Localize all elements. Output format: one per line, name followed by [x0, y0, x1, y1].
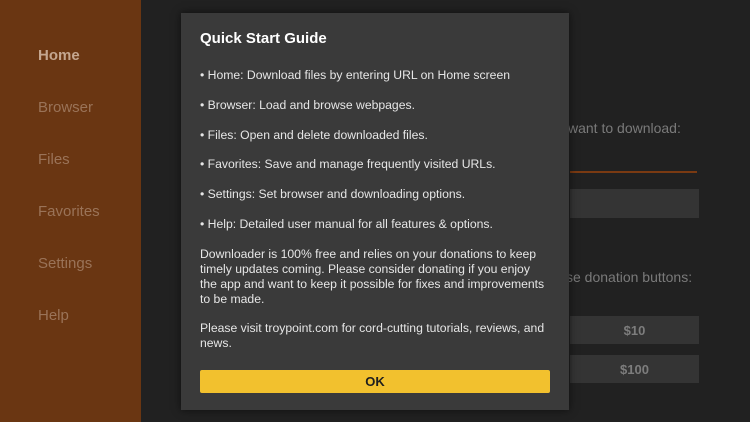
donation-paragraph: Downloader is 100% free and relies on yo…	[200, 247, 545, 306]
bullet-settings: • Settings: Set browser and downloading …	[200, 187, 466, 201]
sidebar-item-favorites[interactable]: Favorites	[38, 203, 100, 220]
sidebar: Home Browser Files Favorites Settings He…	[0, 0, 141, 422]
donation-prompt-label: se donation buttons:	[566, 269, 693, 285]
donate-100-button[interactable]: $100	[570, 355, 699, 383]
sidebar-item-files[interactable]: Files	[38, 151, 70, 168]
sidebar-item-help[interactable]: Help	[38, 307, 69, 324]
url-prompt-label: want to download:	[568, 120, 681, 136]
bullet-favorites: • Favorites: Save and manage frequently …	[200, 157, 496, 171]
sidebar-item-browser[interactable]: Browser	[38, 99, 93, 116]
bullet-home: • Home: Download files by entering URL o…	[200, 68, 511, 82]
visit-paragraph: Please visit troypoint.com for cord-cutt…	[200, 321, 545, 350]
bullet-files: • Files: Open and delete downloaded file…	[200, 128, 428, 142]
sidebar-item-home[interactable]: Home	[38, 47, 80, 64]
ok-button[interactable]: OK	[200, 370, 550, 393]
url-input-field[interactable]	[570, 189, 699, 218]
bullet-browser: • Browser: Load and browse webpages.	[200, 98, 415, 112]
donate-10-button[interactable]: $10	[570, 316, 699, 344]
dialog-title: Quick Start Guide	[200, 30, 327, 47]
sidebar-item-settings[interactable]: Settings	[38, 255, 92, 272]
bullet-help: • Help: Detailed user manual for all fea…	[200, 217, 493, 231]
quick-start-dialog: Quick Start Guide • Home: Download files…	[181, 13, 569, 410]
url-input-underline	[570, 171, 697, 173]
